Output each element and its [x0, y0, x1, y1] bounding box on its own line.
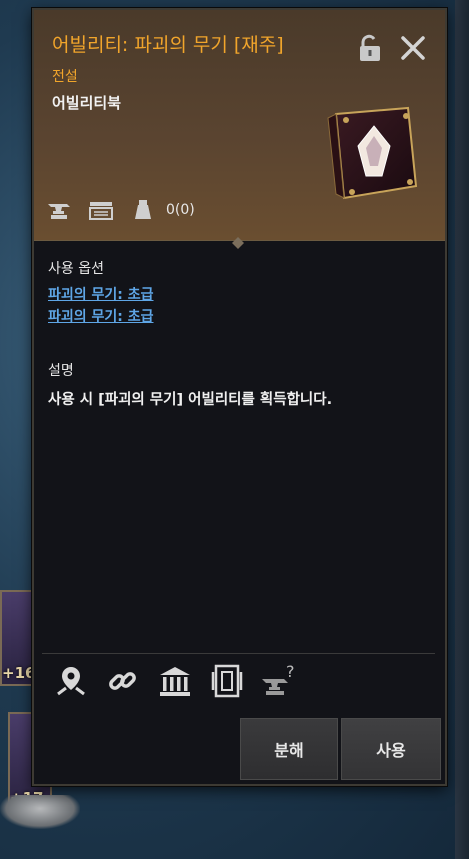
tradeable-icon	[86, 195, 116, 225]
svg-text:?: ?	[286, 663, 295, 681]
item-type: 어빌리티북	[52, 94, 122, 112]
option-link[interactable]: 파괴의 무기: 초급	[48, 284, 154, 304]
anvil-question-icon[interactable]: ?	[260, 662, 298, 700]
background-pedestal	[0, 795, 80, 829]
item-stats: 0(0)	[44, 194, 195, 226]
close-icon[interactable]	[397, 32, 429, 64]
ability-book-image	[316, 106, 422, 200]
footer-divider	[42, 653, 435, 654]
item-grade: 전설	[52, 69, 78, 85]
description-text: 사용 시 [파괴의 무기] 어빌리티를 획득합니다.	[48, 392, 333, 408]
tooltip-header: 어빌리티: 파괴의 무기 [재주] 전설 어빌리티북 0(0)	[34, 10, 445, 241]
anvil-icon	[44, 195, 74, 225]
item-title: 어빌리티: 파괴의 무기 [재주]	[52, 34, 284, 56]
item-tooltip: 어빌리티: 파괴의 무기 [재주] 전설 어빌리티북 0(0) 사용 옵션 파괴…	[32, 8, 447, 786]
bank-icon[interactable]	[156, 662, 194, 700]
options-label: 사용 옵션	[48, 261, 104, 277]
background-strip	[455, 0, 469, 859]
divider-ornament	[232, 234, 244, 249]
location-pin-icon[interactable]	[52, 662, 90, 700]
lock-icon[interactable]	[354, 32, 386, 64]
weight-icon	[128, 195, 158, 225]
link-icon[interactable]	[104, 662, 142, 700]
option-link[interactable]: 파괴의 무기: 초급	[48, 306, 154, 326]
description-label: 설명	[48, 363, 74, 379]
disassemble-button[interactable]: 분해	[240, 718, 338, 780]
storage-icon[interactable]	[208, 662, 246, 700]
durability-value: 0(0)	[166, 202, 195, 218]
use-button[interactable]: 사용	[341, 718, 441, 780]
slot-level: +16	[2, 664, 36, 682]
item-property-icons: ?	[52, 662, 298, 700]
background-item-slot: +16	[0, 590, 36, 686]
